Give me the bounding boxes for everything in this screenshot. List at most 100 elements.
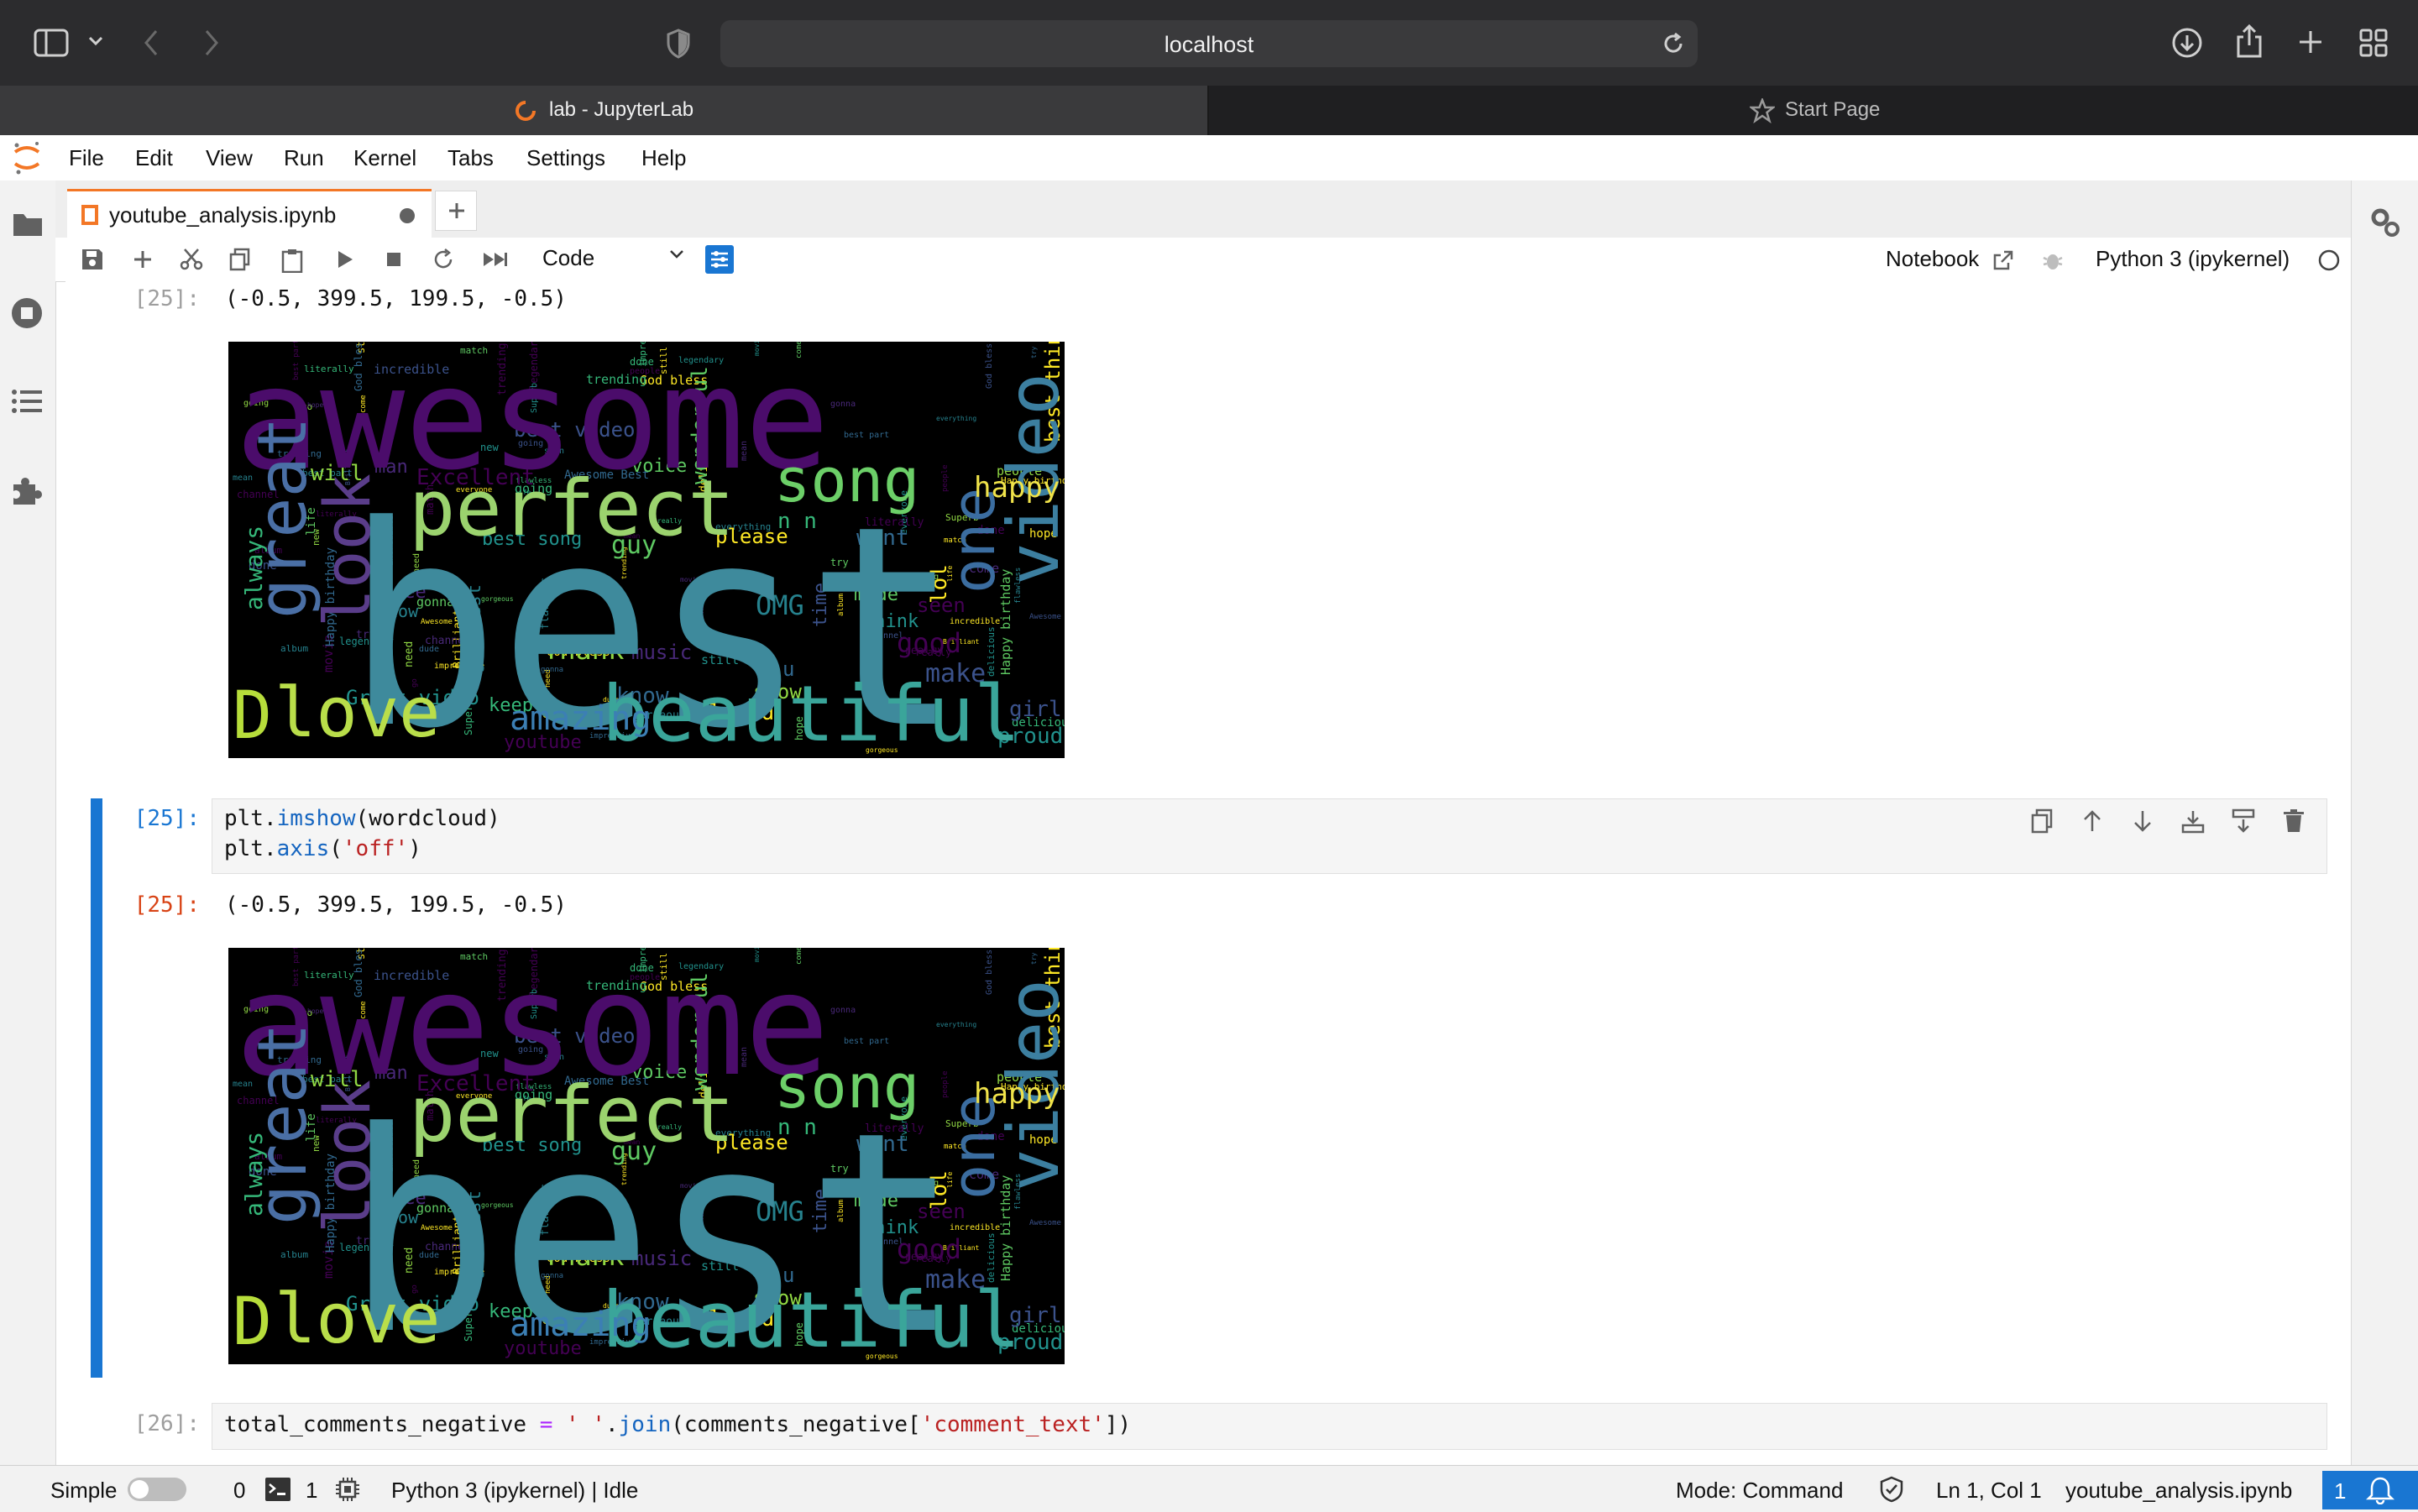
wordcloud-word: gonna bbox=[830, 400, 856, 409]
menu-file[interactable]: File bbox=[69, 145, 104, 171]
terminal-icon[interactable] bbox=[265, 1478, 290, 1501]
new-tab-icon[interactable] bbox=[2297, 29, 2324, 55]
chevron-down-icon[interactable] bbox=[87, 35, 104, 47]
paste-icon[interactable] bbox=[280, 248, 304, 273]
cell-type-dropdown[interactable]: Code bbox=[542, 245, 685, 274]
property-inspector-icon[interactable] bbox=[2368, 206, 2402, 239]
fast-forward-icon[interactable] bbox=[482, 248, 509, 271]
run-icon[interactable] bbox=[334, 248, 356, 271]
restart-icon[interactable] bbox=[432, 248, 455, 271]
wordcloud-word: beautiful bbox=[602, 669, 1021, 758]
unsaved-dot-icon[interactable] bbox=[400, 208, 415, 223]
code-token: join bbox=[618, 1412, 672, 1437]
menu-view[interactable]: View bbox=[206, 145, 253, 171]
wordcloud-word: amazing bbox=[510, 699, 652, 738]
menu-help[interactable]: Help bbox=[641, 145, 686, 171]
notifications-button[interactable]: 1 bbox=[2322, 1471, 2418, 1509]
kernel-status-text[interactable]: Python 3 (ipykernel) | Idle bbox=[391, 1478, 638, 1504]
wordcloud-word: best part bbox=[844, 1037, 889, 1046]
code-cell-editor[interactable]: total_comments_negative = ' '.join(comme… bbox=[212, 1403, 2327, 1450]
browser-toolbar: localhost bbox=[0, 0, 2418, 86]
wordcloud-word: try bbox=[1030, 952, 1038, 965]
sidebar-toggle-icon[interactable] bbox=[34, 29, 69, 57]
kernel-idle-circle-icon bbox=[2317, 249, 2341, 272]
debugger-bug-icon[interactable] bbox=[2042, 249, 2064, 271]
folder-icon[interactable] bbox=[12, 211, 44, 238]
browser-tab-bar: lab - JupyterLab Start Page bbox=[0, 86, 2418, 135]
table-of-contents-icon[interactable] bbox=[12, 389, 42, 414]
wordcloud-word: everything bbox=[936, 415, 976, 422]
move-up-icon[interactable] bbox=[2080, 808, 2105, 834]
insert-below-icon[interactable] bbox=[2231, 808, 2256, 834]
cut-icon[interactable] bbox=[180, 248, 203, 271]
menu-tabs[interactable]: Tabs bbox=[447, 145, 494, 171]
forward-icon[interactable] bbox=[203, 29, 220, 57]
menu-edit[interactable]: Edit bbox=[135, 145, 173, 171]
move-down-icon[interactable] bbox=[2130, 808, 2155, 834]
code-line: total_comments_negative = ' '.join(comme… bbox=[224, 1412, 1131, 1437]
tab-title: lab - JupyterLab bbox=[549, 98, 694, 121]
insert-above-icon[interactable] bbox=[2180, 808, 2206, 834]
wordcloud-word: album bbox=[280, 643, 308, 654]
simple-mode-toggle[interactable] bbox=[128, 1478, 186, 1501]
document-tab-bar: youtube_analysis.ipynb bbox=[55, 180, 2351, 238]
status-filename: youtube_analysis.ipynb bbox=[2065, 1478, 2293, 1503]
extension-manager-icon[interactable] bbox=[10, 474, 44, 508]
right-sidebar bbox=[2351, 180, 2418, 1465]
download-icon[interactable] bbox=[2171, 27, 2203, 59]
delete-cell-icon[interactable] bbox=[2281, 808, 2306, 834]
wordcloud-word: album bbox=[280, 1249, 308, 1260]
back-icon[interactable] bbox=[143, 29, 160, 57]
notebook-tab-label: youtube_analysis.ipynb bbox=[109, 202, 337, 228]
wordcloud-word: gonna bbox=[830, 1006, 856, 1015]
notebook-tab[interactable]: youtube_analysis.ipynb bbox=[67, 189, 432, 238]
stop-icon[interactable] bbox=[383, 248, 405, 271]
code-token: plt. bbox=[224, 836, 277, 861]
add-tab-button[interactable] bbox=[435, 191, 477, 231]
insert-cell-icon[interactable] bbox=[131, 248, 154, 271]
wordcloud-word: happy bbox=[974, 471, 1060, 505]
address-bar[interactable]: localhost bbox=[720, 20, 1698, 67]
copy-icon[interactable] bbox=[228, 248, 252, 271]
wordcloud-word: love bbox=[275, 1279, 440, 1359]
cursor-position-text[interactable]: Ln 1, Col 1 bbox=[1936, 1478, 2042, 1504]
code-cell-editor[interactable]: plt.imshow(wordcloud) plt.axis('off') bbox=[212, 798, 2327, 874]
cell-selection-bar[interactable] bbox=[91, 798, 102, 1378]
notebook-label-text: Notebook bbox=[1886, 246, 1980, 271]
wordcloud-word: best part bbox=[844, 431, 889, 440]
menu-settings[interactable]: Settings bbox=[526, 145, 605, 171]
tab-title: Start Page bbox=[1785, 98, 1881, 121]
command-mode-text: Mode: Command bbox=[1676, 1478, 1844, 1503]
code-token: total_comments_negative bbox=[224, 1412, 540, 1437]
browser-tab-start-page[interactable]: Start Page bbox=[1209, 86, 2418, 135]
notebook-panel[interactable]: [25]: (-0.5, 399.5, 199.5, -0.5) trendin… bbox=[65, 281, 2351, 1461]
menu-kernel[interactable]: Kernel bbox=[353, 145, 416, 171]
save-icon[interactable] bbox=[81, 248, 104, 271]
kernel-chip-icon[interactable] bbox=[334, 1476, 361, 1503]
kernels-count: 1 bbox=[306, 1478, 318, 1503]
code-token: (comments_negative[ bbox=[671, 1412, 921, 1437]
code-line: plt.imshow(wordcloud) bbox=[224, 806, 500, 831]
running-kernels-icon[interactable] bbox=[10, 296, 44, 330]
kernel-name-button[interactable]: Python 3 (ipykernel) bbox=[2096, 246, 2290, 272]
output-prompt: [25]: bbox=[133, 286, 200, 311]
duplicate-cell-icon[interactable] bbox=[2029, 808, 2054, 834]
code-token: 'off' bbox=[342, 836, 409, 861]
property-inspector-button[interactable] bbox=[705, 245, 734, 274]
output-prompt: [25]: bbox=[133, 892, 200, 918]
code-token: = bbox=[539, 1412, 553, 1437]
reload-icon[interactable] bbox=[1661, 31, 1686, 56]
wordcloud-word: song bbox=[774, 1051, 919, 1122]
star-icon bbox=[1750, 98, 1775, 123]
open-in-notebook-button[interactable]: Notebook bbox=[1886, 246, 2014, 272]
tab-overview-icon[interactable] bbox=[2359, 29, 2388, 57]
browser-tab-jupyterlab[interactable]: lab - JupyterLab bbox=[0, 86, 1209, 135]
trusted-shield-icon[interactable] bbox=[1879, 1476, 1904, 1503]
notification-count: 1 bbox=[2334, 1478, 2347, 1504]
bell-icon bbox=[2366, 1476, 2394, 1504]
privacy-shield-icon[interactable] bbox=[667, 29, 690, 59]
share-icon[interactable] bbox=[2235, 24, 2264, 59]
wordcloud-word: D bbox=[233, 678, 272, 754]
menu-run[interactable]: Run bbox=[284, 145, 324, 171]
